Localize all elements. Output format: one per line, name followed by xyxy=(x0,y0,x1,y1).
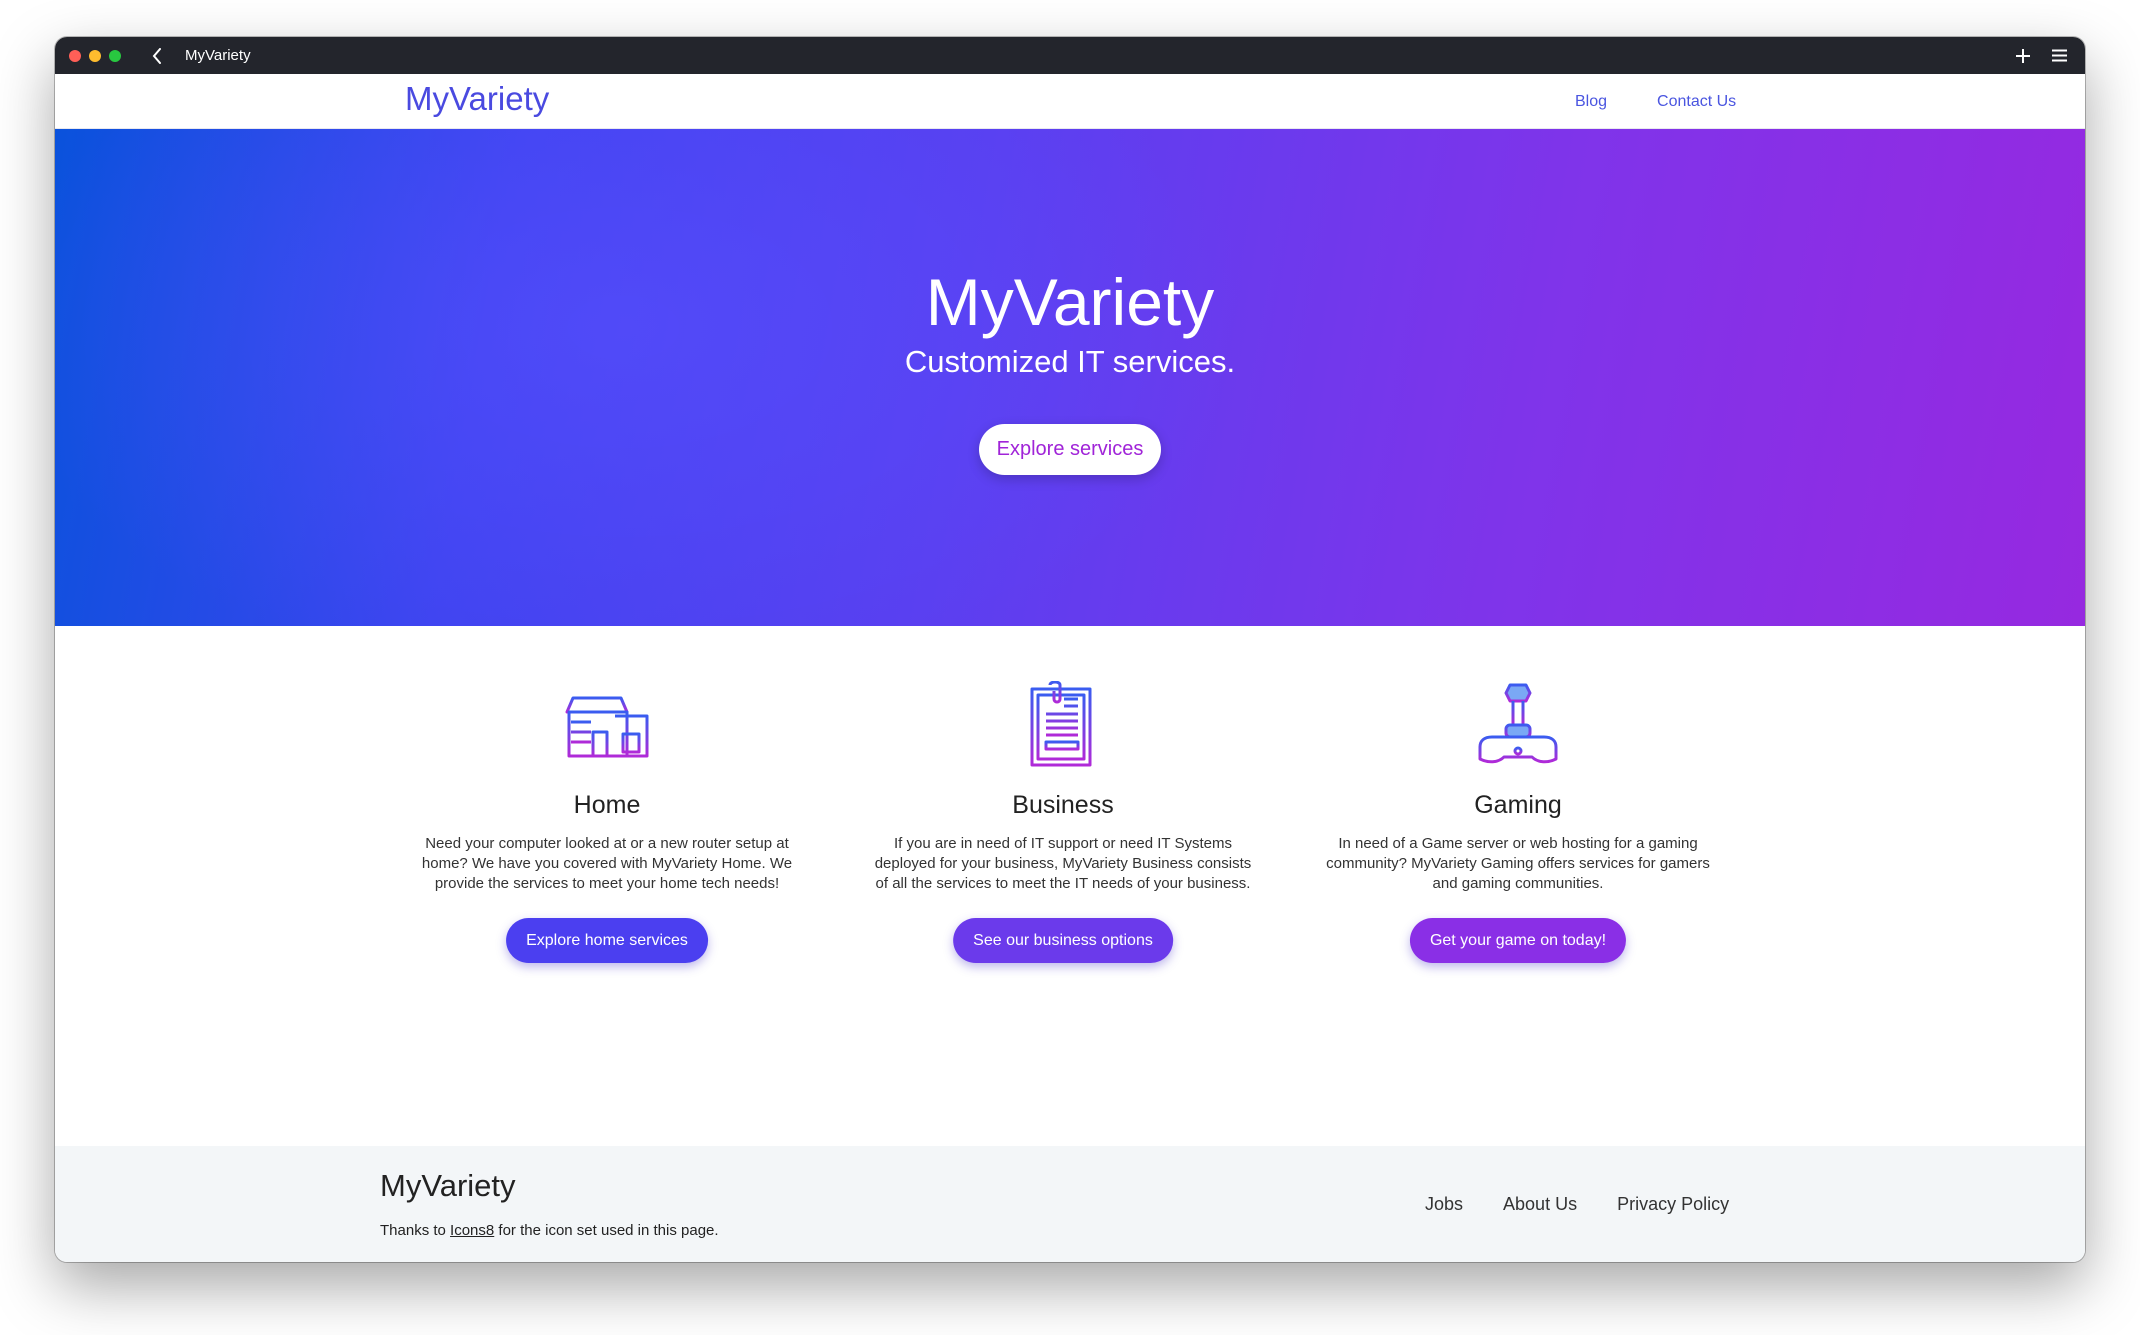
new-tab-icon[interactable] xyxy=(2016,48,2030,63)
navbar-brand[interactable]: MyVariety xyxy=(405,80,549,118)
browser-titlebar: MyVariety xyxy=(55,37,2085,74)
service-card-business: Business If you are in need of IT suppor… xyxy=(863,626,1263,963)
site-navbar: MyVariety Blog Contact Us xyxy=(55,74,2085,129)
footer-link-privacy-policy[interactable]: Privacy Policy xyxy=(1617,1194,1729,1215)
service-card-gaming: Gaming In need of a Game server or web h… xyxy=(1318,626,1718,963)
nav-link-blog[interactable]: Blog xyxy=(1575,93,1607,111)
nav-link-contact-us[interactable]: Contact Us xyxy=(1657,93,1736,111)
footer-link-about-us[interactable]: About Us xyxy=(1503,1194,1577,1215)
footer-links: Jobs About Us Privacy Policy xyxy=(1425,1194,1729,1215)
see-business-options-button[interactable]: See our business options xyxy=(953,918,1173,963)
window-controls xyxy=(69,49,121,62)
explore-home-services-button[interactable]: Explore home services xyxy=(506,918,708,963)
icons8-link[interactable]: Icons8 xyxy=(450,1222,494,1239)
hero-section: MyVariety Customized IT services. Explor… xyxy=(55,129,2085,626)
minimize-window-button[interactable] xyxy=(89,49,101,62)
get-game-on-button[interactable]: Get your game on today! xyxy=(1409,918,1627,963)
footer-brand: MyVariety xyxy=(380,1168,516,1203)
service-description: Need your computer looked at or a new ro… xyxy=(421,835,793,892)
service-card-home: Home Need your computer looked at or a n… xyxy=(407,626,807,963)
close-window-button[interactable] xyxy=(69,49,81,62)
footer-credit: Thanks to Icons8 for the icon set used i… xyxy=(380,1222,719,1239)
service-title: Gaming xyxy=(1474,791,1562,819)
services-section: Home Need your computer looked at or a n… xyxy=(55,626,2085,1146)
joystick-icon xyxy=(1473,679,1563,769)
clipboard-icon xyxy=(1018,679,1108,769)
nav-links: Blog Contact Us xyxy=(1575,74,1736,129)
hero-subtitle: Customized IT services. xyxy=(904,344,1236,379)
credit-suffix: for the icon set used in this page. xyxy=(494,1222,719,1239)
menu-icon[interactable] xyxy=(2052,49,2067,62)
tab-title: MyVariety xyxy=(185,47,251,64)
service-title: Home xyxy=(573,791,641,819)
site-footer: MyVariety Thanks to Icons8 for the icon … xyxy=(55,1146,2085,1262)
service-title: Business xyxy=(1012,791,1114,819)
service-description: If you are in need of IT support or need… xyxy=(874,835,1252,892)
service-description: In need of a Game server or web hosting … xyxy=(1326,835,1710,892)
explore-services-button[interactable]: Explore services xyxy=(979,424,1161,475)
hero-title: MyVariety xyxy=(925,265,1215,339)
maximize-window-button[interactable] xyxy=(109,49,121,62)
browser-window: MyVariety MyVariety Blog Contact Us MyVa… xyxy=(55,37,2085,1262)
back-arrow-icon[interactable] xyxy=(147,46,167,66)
footer-link-jobs[interactable]: Jobs xyxy=(1425,1194,1463,1215)
house-icon xyxy=(562,679,652,769)
credit-prefix: Thanks to xyxy=(380,1222,451,1239)
